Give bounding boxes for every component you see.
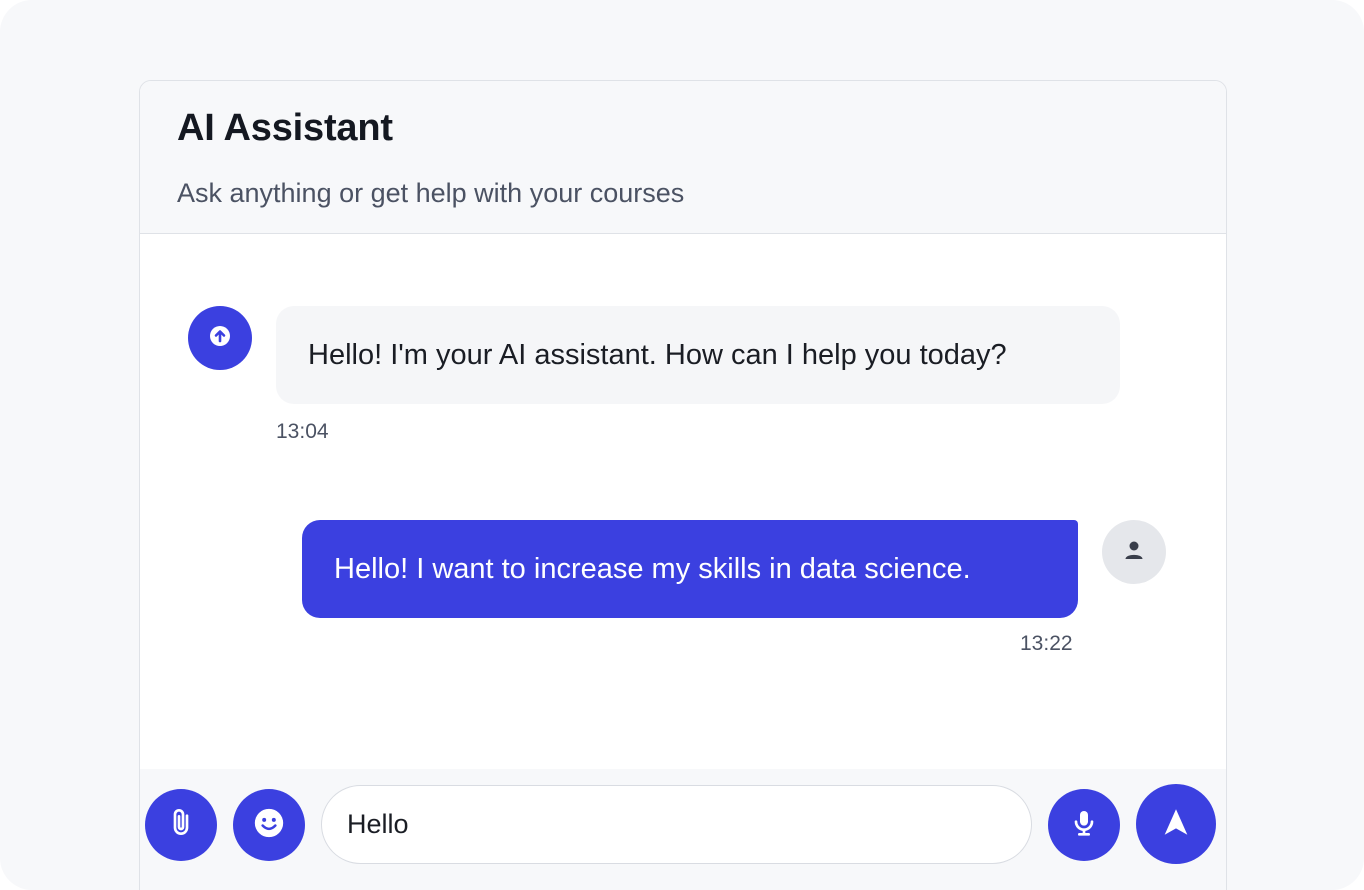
message-timestamp: 13:22 bbox=[1020, 632, 1073, 655]
page-background: AI Assistant Ask anything or get help wi… bbox=[0, 0, 1364, 890]
user-avatar bbox=[1102, 520, 1166, 584]
send-button[interactable] bbox=[1136, 784, 1216, 864]
send-icon bbox=[1159, 805, 1193, 844]
emoji-button[interactable] bbox=[233, 789, 305, 861]
chat-title: AI Assistant bbox=[177, 107, 393, 149]
user-icon bbox=[1122, 538, 1146, 567]
assistant-icon bbox=[208, 324, 232, 353]
user-message-bubble: Hello! I want to increase my skills in d… bbox=[302, 520, 1078, 618]
composer-bar bbox=[140, 769, 1226, 890]
smiley-icon bbox=[252, 806, 286, 845]
message-timestamp: 13:04 bbox=[276, 420, 329, 443]
message-input[interactable] bbox=[321, 785, 1032, 864]
assistant-message-bubble: Hello! I'm your AI assistant. How can I … bbox=[276, 306, 1120, 404]
assistant-avatar bbox=[188, 306, 252, 370]
voice-input-button[interactable] bbox=[1048, 789, 1120, 861]
paperclip-icon bbox=[165, 807, 197, 844]
chat-subtitle: Ask anything or get help with your cours… bbox=[177, 178, 685, 208]
microphone-icon bbox=[1068, 807, 1100, 844]
chat-header: AI Assistant Ask anything or get help wi… bbox=[140, 81, 1226, 234]
chat-panel: AI Assistant Ask anything or get help wi… bbox=[139, 80, 1227, 890]
attach-button[interactable] bbox=[145, 789, 217, 861]
